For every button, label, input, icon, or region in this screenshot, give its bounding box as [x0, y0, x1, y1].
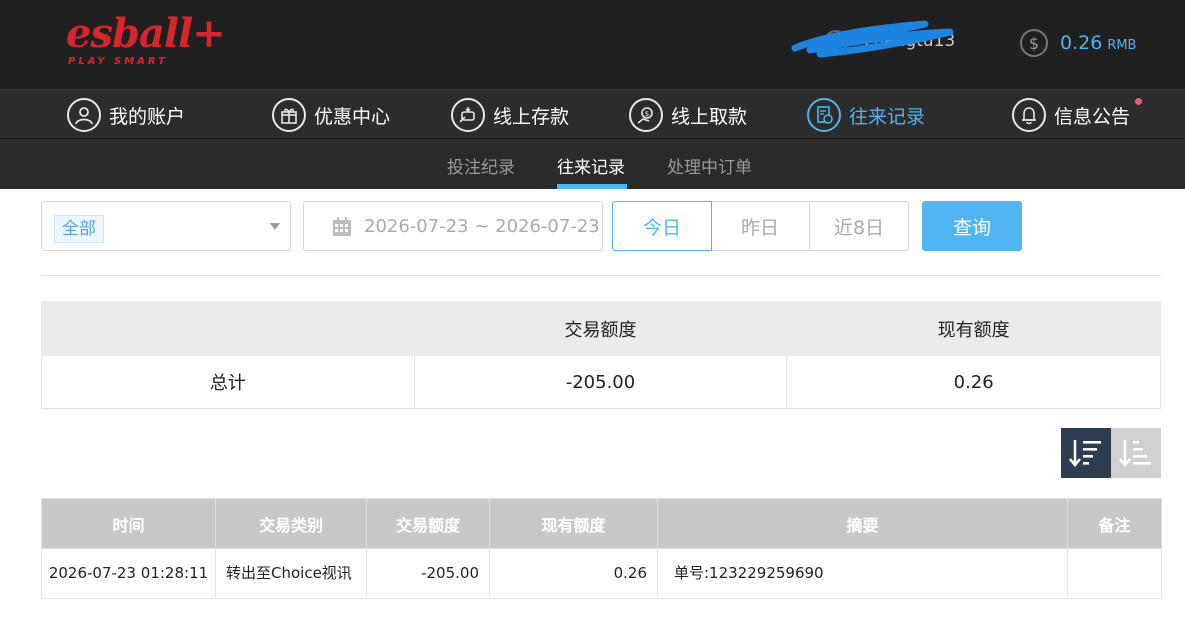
notification-dot: [1135, 98, 1143, 105]
tab-pending-orders[interactable]: 处理中订单: [667, 153, 752, 178]
header-note: 备注: [1067, 498, 1162, 549]
dollar-icon: $: [1020, 29, 1048, 57]
range-yesterday-button[interactable]: 昨日: [710, 201, 810, 251]
summary-total-amount: -205.00: [413, 355, 788, 409]
record-icon: [807, 98, 841, 132]
header-category: 交易类别: [215, 498, 367, 549]
header-amount: 交易额度: [366, 498, 490, 549]
summary-header-amount: 交易额度: [413, 301, 788, 356]
balance-display: $ 0.26 RMB: [1020, 27, 1136, 59]
nav-label: 线上存款: [493, 105, 570, 128]
summary-header-row: 交易额度 现有额度: [41, 301, 1161, 356]
summary-header-balance: 现有额度: [786, 301, 1161, 356]
nav-withdraw[interactable]: $ 线上取款: [629, 97, 747, 133]
nav-label: 优惠中心: [314, 105, 391, 128]
range-today-button[interactable]: 今日: [612, 201, 712, 251]
chevron-down-icon: [270, 223, 280, 230]
deposit-icon: [451, 98, 485, 132]
cell-note: [1067, 548, 1162, 599]
header-balance: 现有额度: [489, 498, 658, 549]
tab-bet-records[interactable]: 投注纪录: [447, 153, 515, 178]
summary-header-blank: [41, 301, 415, 356]
sort-ascending-icon: [1119, 440, 1151, 467]
cell-amount: -205.00: [366, 548, 490, 599]
active-tab-indicator: [557, 184, 627, 189]
summary-total-row: 总计 -205.00 0.26: [41, 355, 1161, 409]
svg-text:$: $: [645, 110, 649, 118]
bell-icon: [1012, 98, 1046, 132]
brand-slogan: PLAY SMART: [68, 56, 168, 67]
nav-promotions[interactable]: 优惠中心: [272, 97, 390, 133]
withdraw-icon: $: [629, 98, 663, 132]
nav-transaction-records[interactable]: 往来记录: [807, 97, 925, 133]
table-row: 2026-07-23 01:28:11 转出至Choice视讯 -205.00 …: [41, 548, 1162, 599]
sort-ascending-button[interactable]: [1111, 428, 1161, 478]
date-range-input[interactable]: 2026-07-23 ~ 2026-07-23: [303, 201, 603, 251]
records-table: 时间 交易类别 交易额度 现有额度 摘要 备注 2026-07-23 01:28…: [41, 498, 1162, 599]
nav-my-account[interactable]: 我的账户: [67, 97, 185, 133]
range-last-8-days-button[interactable]: 近8日: [809, 201, 909, 251]
quick-range-group: 近8日 昨日 今日: [612, 201, 909, 251]
user-icon: [67, 98, 101, 132]
calendar-icon: [333, 217, 351, 236]
summary-total-label: 总计: [41, 355, 415, 409]
records-header-row: 时间 交易类别 交易额度 现有额度 摘要 备注: [41, 498, 1162, 549]
sort-descending-icon: [1069, 440, 1101, 467]
user-info[interactable]: chengtu13: [790, 20, 980, 64]
nav-deposit[interactable]: 线上存款: [451, 97, 569, 133]
top-header: esball+ PLAY SMART chengtu13 $ 0.26 RMB: [0, 0, 1185, 89]
nav-label: 线上取款: [671, 105, 748, 128]
nav-label: 往来记录: [849, 105, 926, 128]
cell-category: 转出至Choice视讯: [215, 548, 367, 599]
transaction-type-select[interactable]: 全部: [41, 201, 291, 251]
cell-balance: 0.26: [489, 548, 658, 599]
redaction-scribble: [791, 20, 954, 58]
balance-unit: RMB: [1107, 37, 1137, 53]
sub-nav: 投注纪录 往来记录 处理中订单: [0, 139, 1185, 189]
section-divider: [41, 275, 1161, 276]
brand-name: esball+: [66, 10, 226, 57]
balance-amount: 0.26: [1060, 32, 1103, 54]
gift-icon: [272, 98, 306, 132]
main-nav: 我的账户 优惠中心 线上存款 $ 线上取款 往来记录 信息公告: [0, 89, 1185, 139]
tab-transaction-records[interactable]: 往来记录: [557, 153, 625, 178]
selected-type-tag: 全部: [54, 215, 104, 243]
date-range-value: 2026-07-23 ~ 2026-07-23: [364, 216, 600, 237]
cell-time: 2026-07-23 01:28:11: [41, 548, 216, 599]
cell-summary: 单号:123229259690: [657, 548, 1068, 599]
sort-descending-button[interactable]: [1061, 428, 1111, 478]
summary-total-balance: 0.26: [786, 355, 1161, 409]
nav-label: 我的账户: [109, 105, 186, 128]
query-button[interactable]: 查询: [922, 201, 1022, 251]
nav-label: 信息公告: [1054, 105, 1131, 128]
summary-table: 交易额度 现有额度 总计 -205.00 0.26: [41, 301, 1161, 409]
nav-announcements[interactable]: 信息公告: [1012, 97, 1143, 133]
header-summary: 摘要: [657, 498, 1068, 549]
brand-logo[interactable]: esball+ PLAY SMART: [66, 12, 226, 72]
header-time: 时间: [41, 498, 216, 549]
